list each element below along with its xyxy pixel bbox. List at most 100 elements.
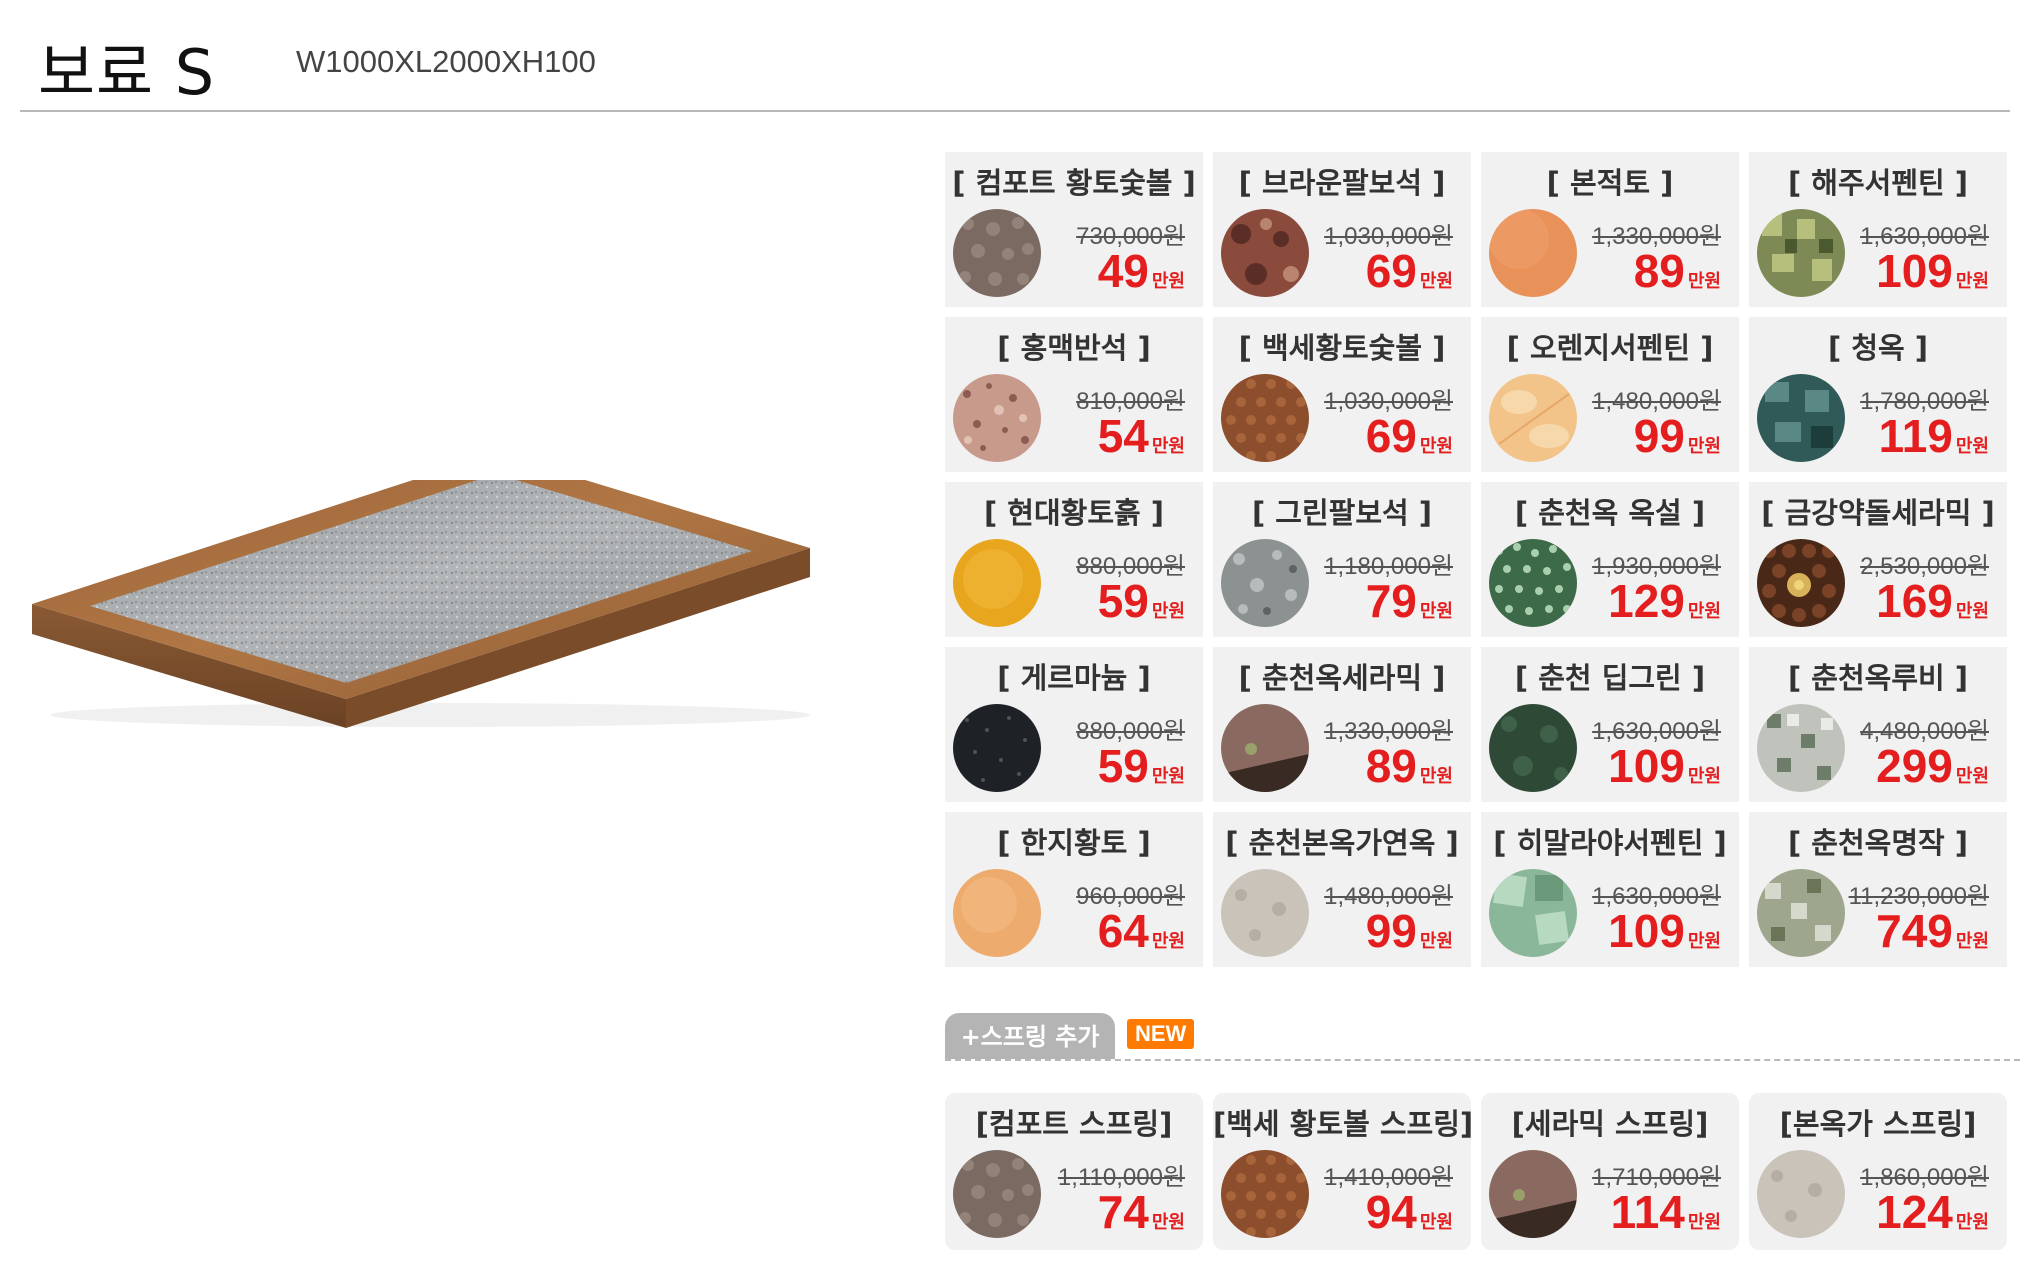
sale-price: 749 만원 — [1876, 904, 1989, 958]
product-name: [ 오렌지서펜틴 ] — [1506, 331, 1714, 365]
product-name: [ 홍맥반석 ] — [997, 331, 1151, 365]
price-unit: 만원 — [1955, 271, 1989, 292]
product-card[interactable]: [ 그린팔보석 ] 1,180,000원 79 만원 — [1213, 482, 1471, 637]
product-card[interactable]: [본옥가 스프링] 1,860,000원 124 만원 — [1749, 1093, 2007, 1250]
sale-price: 89 만원 — [1634, 244, 1721, 298]
product-name: [ 해주서펜틴 ] — [1787, 166, 1969, 200]
material-grid: [ 컴포트 황토숯볼 ] 730,000원 49 만원[ 브라운팔보석 ] 1,030,… — [945, 152, 2007, 967]
price-unit: 만원 — [1419, 601, 1453, 622]
product-name: [ 금강약돌세라믹 ] — [1761, 496, 1995, 530]
price-unit: 만원 — [1151, 766, 1185, 787]
sale-price: 69 만원 — [1366, 409, 1453, 463]
material-swatch-icon — [1757, 374, 1845, 462]
product-card[interactable]: [백세 황토볼 스프링] 1,410,000원 94 만원 — [1213, 1093, 1474, 1250]
product-card[interactable]: [ 게르마늄 ] 880,000원 59 만원 — [945, 647, 1203, 802]
sale-price: 109 만원 — [1608, 739, 1721, 793]
sale-price: 49 만원 — [1098, 244, 1185, 298]
product-card[interactable]: [ 브라운팔보석 ] 1,030,000원 69 만원 — [1213, 152, 1471, 307]
material-swatch-icon — [1757, 209, 1845, 297]
product-card[interactable]: [세라믹 스프링] 1,710,000원 114 만원 — [1481, 1093, 1739, 1250]
material-swatch-icon — [953, 1150, 1041, 1238]
sale-price: 74 만원 — [1098, 1185, 1185, 1239]
sale-price: 109 만원 — [1876, 244, 1989, 298]
price-unit: 만원 — [1687, 766, 1721, 787]
product-card[interactable]: [ 컴포트 황토숯볼 ] 730,000원 49 만원 — [945, 152, 1203, 307]
product-card[interactable]: [ 오렌지서펜틴 ] 1,480,000원 99 만원 — [1481, 317, 1739, 472]
product-card[interactable]: [ 히말라야서펜틴 ] 1,630,000원 109 만원 — [1481, 812, 1739, 967]
price-unit: 만원 — [1419, 766, 1453, 787]
sale-price-value: 69 — [1365, 245, 1417, 297]
header-divider — [20, 110, 2010, 112]
dashed-divider — [945, 1059, 2020, 1061]
product-name: [세라믹 스프링] — [1511, 1107, 1709, 1141]
sale-price-value: 169 — [1876, 575, 1953, 627]
sale-price: 299 만원 — [1876, 739, 1989, 793]
product-name: [ 본적토 ] — [1546, 166, 1674, 200]
product-card[interactable]: [ 한지황토 ] 960,000원 64 만원 — [945, 812, 1203, 967]
spring-grid: [컴포트 스프링] 1,110,000원 74 만원 [백세 황토볼 스프링] 1,410… — [945, 1093, 2007, 1250]
product-card[interactable]: [ 청옥 ] 1,780,000원 119 만원 — [1749, 317, 2007, 472]
material-swatch-icon — [1489, 869, 1577, 957]
product-name: [ 히말라야서펜틴 ] — [1493, 826, 1727, 860]
sale-price-value: 54 — [1097, 410, 1149, 462]
sale-price-value: 64 — [1097, 905, 1149, 957]
material-swatch-icon — [1221, 1150, 1309, 1238]
product-card[interactable]: [ 해주서펜틴 ] 1,630,000원 109 만원 — [1749, 152, 2007, 307]
sale-price-value: 109 — [1608, 740, 1685, 792]
price-unit: 만원 — [1151, 931, 1185, 952]
product-card[interactable]: [ 백세황토숯볼 ] 1,030,000원 69 만원 — [1213, 317, 1471, 472]
material-swatch-icon — [1221, 869, 1309, 957]
product-card[interactable]: [ 춘천옥루비 ] 4,480,000원 299 만원 — [1749, 647, 2007, 802]
price-unit: 만원 — [1955, 766, 1989, 787]
sale-price-value: 94 — [1365, 1186, 1417, 1238]
sale-price-value: 114 — [1610, 1186, 1685, 1238]
sale-price: 99 만원 — [1366, 904, 1453, 958]
price-unit: 만원 — [1151, 601, 1185, 622]
material-swatch-icon — [1221, 209, 1309, 297]
material-swatch-icon — [1757, 704, 1845, 792]
sale-price-value: 124 — [1876, 1186, 1953, 1238]
material-swatch-icon — [953, 374, 1041, 462]
sale-price: 94 만원 — [1366, 1185, 1453, 1239]
material-swatch-icon — [1757, 1150, 1845, 1238]
sale-price: 89 만원 — [1366, 739, 1453, 793]
product-name: [ 그린팔보석 ] — [1251, 496, 1433, 530]
material-swatch-icon — [1489, 374, 1577, 462]
sale-price: 99 만원 — [1634, 409, 1721, 463]
product-card[interactable]: [ 현대황토흙 ] 880,000원 59 만원 — [945, 482, 1203, 637]
product-name: [ 춘천옥세라믹 ] — [1238, 661, 1446, 695]
material-swatch-icon — [1221, 539, 1309, 627]
sale-price: 69 만원 — [1366, 244, 1453, 298]
spring-addon-tab[interactable]: +스프링 추가 — [945, 1013, 1115, 1059]
material-swatch-icon — [1489, 539, 1577, 627]
product-card[interactable]: [ 춘천옥명작 ] 11,230,000원 749 만원 — [1749, 812, 2007, 967]
sale-price-value: 69 — [1365, 410, 1417, 462]
material-swatch-icon — [1489, 704, 1577, 792]
product-card[interactable]: [ 홍맥반석 ] 810,000원 54 만원 — [945, 317, 1203, 472]
material-swatch-icon — [953, 704, 1041, 792]
price-unit: 만원 — [1151, 271, 1185, 292]
product-card[interactable]: [ 춘천본옥가연옥 ] 1,480,000원 99 만원 — [1213, 812, 1471, 967]
product-name: [백세 황토볼 스프링] — [1213, 1107, 1474, 1141]
product-name: [ 브라운팔보석 ] — [1238, 166, 1446, 200]
sale-price: 59 만원 — [1098, 574, 1185, 628]
product-name: [ 게르마늄 ] — [997, 661, 1151, 695]
product-card[interactable]: [ 금강약돌세라믹 ] 2,530,000원 169 만원 — [1749, 482, 2007, 637]
product-card[interactable]: [ 춘천 딥그린 ] 1,630,000원 109 만원 — [1481, 647, 1739, 802]
sale-price-value: 59 — [1097, 740, 1149, 792]
sale-price: 124 만원 — [1876, 1185, 1989, 1239]
product-name: [ 춘천본옥가연옥 ] — [1225, 826, 1459, 860]
price-unit: 만원 — [1687, 1212, 1721, 1233]
sale-price-value: 299 — [1876, 740, 1953, 792]
price-unit: 만원 — [1151, 1212, 1185, 1233]
material-swatch-icon — [1221, 704, 1309, 792]
product-card[interactable]: [컴포트 스프링] 1,110,000원 74 만원 — [945, 1093, 1203, 1250]
product-card[interactable]: [ 본적토 ] 1,330,000원 89 만원 — [1481, 152, 1739, 307]
product-card[interactable]: [ 춘천옥세라믹 ] 1,330,000원 89 만원 — [1213, 647, 1471, 802]
material-swatch-icon — [1221, 374, 1309, 462]
product-name: [ 춘천옥명작 ] — [1787, 826, 1969, 860]
product-card[interactable]: [ 춘천옥 옥설 ] 1,930,000원 129 만원 — [1481, 482, 1739, 637]
product-name: [컴포트 스프링] — [975, 1107, 1173, 1141]
sale-price: 64 만원 — [1098, 904, 1185, 958]
sale-price-value: 109 — [1608, 905, 1685, 957]
